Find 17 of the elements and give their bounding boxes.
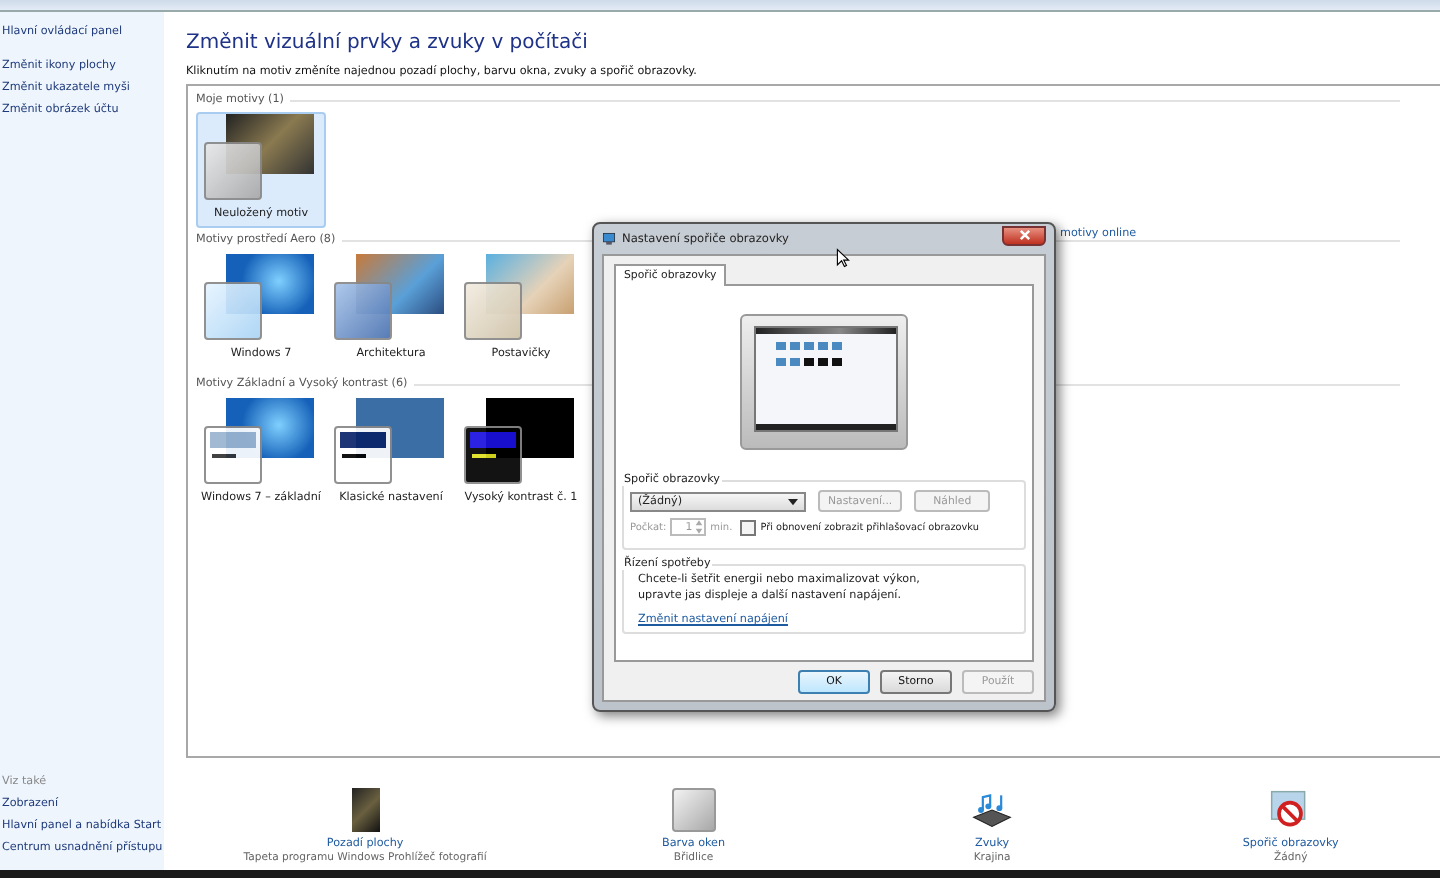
theme-thumbnail (203, 398, 319, 484)
theme-thumbnail (463, 254, 579, 340)
theme-thumbnail (333, 398, 449, 484)
photo-placeholder[interactable] (351, 788, 380, 832)
window-color-swatch[interactable] (671, 788, 716, 832)
monitor-icon (602, 232, 616, 246)
dropdown-arrow-icon (788, 497, 798, 505)
theme-thumbnail (333, 254, 449, 340)
music-notes-icon[interactable] (970, 788, 1015, 832)
logon-checkbox[interactable] (740, 519, 757, 535)
theme-thumbnail (203, 254, 319, 340)
page-title: Změnit vizuální prvky a zvuky v počítači (186, 30, 590, 58)
close-button[interactable] (1002, 225, 1046, 245)
theme-thumbnail (463, 398, 579, 484)
mouse-cursor-icon (836, 248, 850, 268)
close-icon (1017, 228, 1031, 242)
theme-thumbnail (203, 114, 319, 200)
